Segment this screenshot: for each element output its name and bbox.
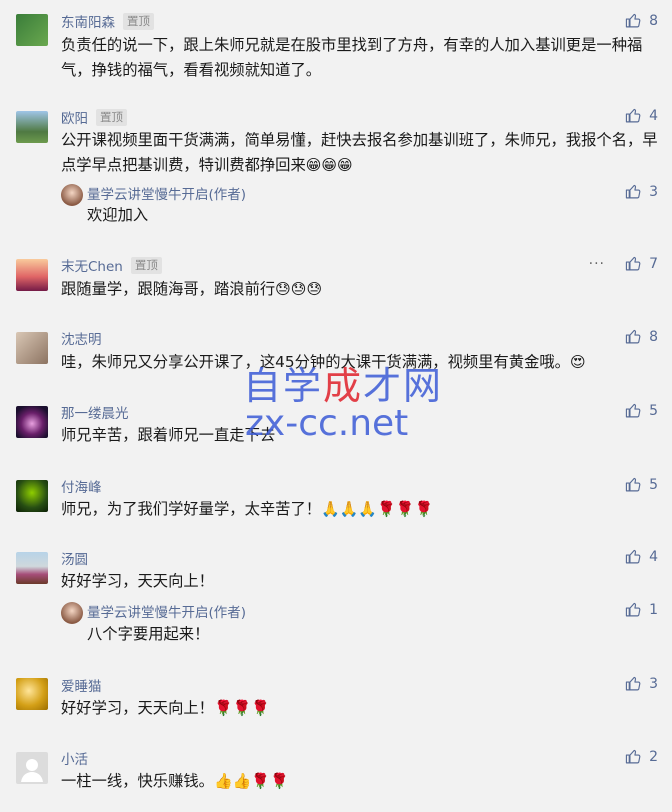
avatar[interactable] [16,752,48,784]
commenter-name[interactable]: 小活 [61,748,88,768]
sweat-emoji: 😓😓😓 [275,280,323,298]
comment-text-content: 一柱一线，快乐赚钱。 [61,772,214,790]
thumbs-up-icon [625,675,642,692]
reply-text: 欢迎加入 [87,206,149,224]
like-count: 1 [649,601,658,618]
commenter-name[interactable]: 付海峰 [61,476,102,496]
commenter-name[interactable]: 东南阳森 [61,11,115,31]
default-user-icon [21,759,43,782]
pinned-badge: 置顶 [123,12,154,30]
like-count: 3 [649,675,658,692]
avatar[interactable] [16,678,48,710]
reply-author-name[interactable]: 量学云讲堂慢牛开启(作者) [87,601,246,621]
reply-like-button[interactable]: 3 [625,183,658,200]
like-button[interactable]: 2 [625,748,658,765]
like-count: 2 [649,748,658,765]
thumbs-up-icon [625,402,642,419]
more-options-icon[interactable]: ··· [589,256,605,272]
commenter-name[interactable]: 汤圆 [61,548,88,568]
comment-text-content: 公开课视频里面干货满满，简单易懂，赶快去报名参加基训班了，朱师兄，我报个名，早点… [61,131,658,174]
prayer-rose-emoji: 🙏🙏🙏🌹🌹🌹 [321,500,434,518]
commenter-name[interactable]: 爱睡猫 [61,675,102,695]
thumbs-up-icon [625,476,642,493]
thumbs-up-icon [625,12,642,29]
like-button[interactable]: 5 [625,476,658,493]
commenter-name[interactable]: 欧阳 [61,107,88,127]
thumbs-up-icon [625,601,642,618]
commenter-name[interactable]: 那一缕晨光 [61,402,129,422]
commenter-name[interactable]: 末无Chen [61,255,123,275]
comment-text: 哇，朱师兄又分享公开课了，这45分钟的大课干货满满，视频里有黄金哦。😍 [61,350,659,375]
author-avatar[interactable] [61,602,83,624]
comment-text-content: 师兄，为了我们学好量学，太辛苦了！ [61,500,322,518]
grin-emoji: 😁😁😁 [305,156,353,174]
like-button[interactable]: 4 [625,548,658,565]
comment-text: 负责任的说一下，跟上朱师兄就是在股市里找到了方舟，有幸的人加入基训更是一种福气，… [61,36,643,79]
avatar[interactable] [16,111,48,143]
like-count: 3 [649,183,658,200]
comment-text: 师兄，为了我们学好量学，太辛苦了！🙏🙏🙏🌹🌹🌹 [61,497,659,522]
pinned-badge: 置顶 [130,256,162,274]
avatar[interactable] [16,552,48,584]
reply-like-button[interactable]: 1 [625,601,658,618]
thumbs-up-icon [625,328,642,345]
like-button[interactable]: 7 [625,255,658,272]
like-button[interactable]: 8 [625,328,658,345]
comment-text: 公开课视频里面干货满满，简单易懂，赶快去报名参加基训班了，朱师兄，我报个名，早点… [61,128,659,178]
comment-text-content: 好好学习，天天向上！ [61,699,214,717]
comment-text-content: 哇，朱师兄又分享公开课了，这45分钟的大课干货满满，视频里有黄金哦。 [61,353,570,371]
thumbs-up-icon [625,255,642,272]
like-button[interactable]: 5 [625,402,658,419]
heart-eyes-emoji: 😍 [569,353,586,371]
comment-text-content: 跟随量学，跟随海哥，踏浪前行 [61,280,276,298]
like-count: 4 [649,107,658,124]
thumbs-up-icon [625,748,642,765]
thumbs-up-icon [625,107,642,124]
reply-text: 八个字要用起来！ [87,625,210,643]
like-button[interactable]: 3 [625,675,658,692]
like-button[interactable]: 8 [625,12,658,29]
comment-text: 好好学习，天天向上！ 🌹🌹🌹 [61,696,659,721]
pinned-badge: 置顶 [96,108,127,126]
avatar[interactable] [16,406,48,438]
comment-text: 一柱一线，快乐赚钱。👍👍🌹🌹 [61,769,659,794]
thumbs-up-icon [625,183,642,200]
thumbs-up-icon [625,548,642,565]
author-avatar[interactable] [61,184,83,206]
avatar[interactable] [16,14,48,46]
avatar[interactable] [16,259,48,291]
reply-author-name[interactable]: 量学云讲堂慢牛开启(作者) [87,183,246,203]
like-count: 5 [649,476,658,493]
like-count: 8 [649,328,658,345]
comment-text: 好好学习，天天向上！ [61,572,214,590]
like-count: 4 [649,548,658,565]
commenter-name[interactable]: 沈志明 [61,328,102,348]
thumbs-rose-emoji: 👍👍🌹🌹 [213,772,289,790]
like-count: 5 [649,402,658,419]
avatar[interactable] [16,480,48,512]
rose-emoji: 🌹🌹🌹 [213,699,271,717]
like-count: 8 [649,12,658,29]
comment-text: 跟随量学，跟随海哥，踏浪前行😓😓😓 [61,277,659,302]
like-button[interactable]: 4 [625,107,658,124]
comment-text: 师兄辛苦，跟着师兄一直走下去 [61,426,276,444]
avatar[interactable] [16,332,48,364]
like-count: 7 [649,255,658,272]
